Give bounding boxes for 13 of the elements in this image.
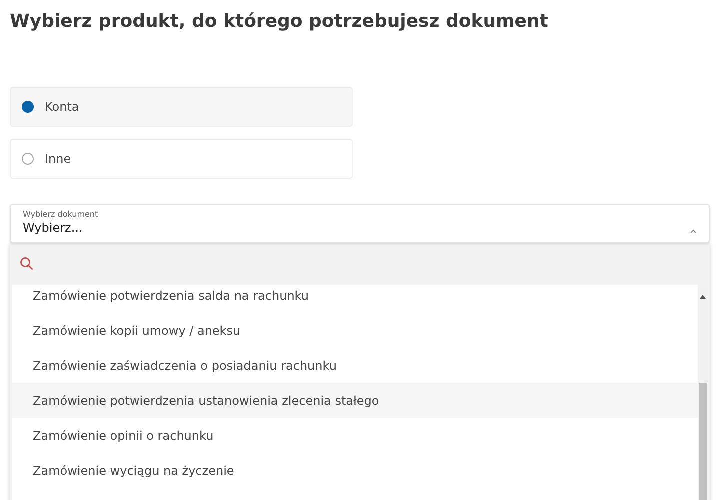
radio-option[interactable]: Inne xyxy=(10,139,353,179)
page-heading: Wybierz produkt, do którego potrzebujesz dokument xyxy=(10,10,550,34)
radio-icon xyxy=(22,153,34,165)
select-value: Wybierz... xyxy=(23,220,83,236)
dropdown-item[interactable]: Zamówienie potwierdzenia ustanowienia zlecenia stałego xyxy=(12,383,698,418)
document-select[interactable]: Wybierz dokument Wybierz... xyxy=(10,204,710,243)
select-label: Wybierz dokument xyxy=(23,210,100,220)
scrollbar-thumb[interactable] xyxy=(699,383,707,500)
radio-icon xyxy=(22,101,34,113)
radio-option[interactable]: Konta xyxy=(10,87,353,127)
scrollbar[interactable] xyxy=(698,285,708,500)
scroll-up-icon xyxy=(700,295,706,299)
search-icon xyxy=(20,257,34,271)
